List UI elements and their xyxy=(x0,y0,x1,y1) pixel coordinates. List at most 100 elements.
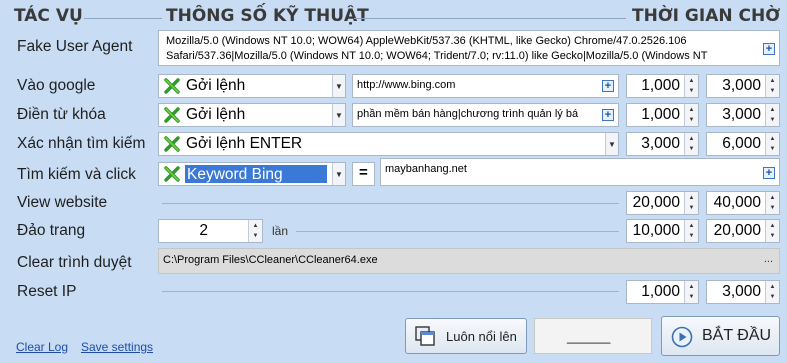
spinner-arrows[interactable]: ▲ ▼ xyxy=(765,75,779,97)
keyword-command-dropdown[interactable]: Gởi lệnh ▼ xyxy=(158,103,346,127)
label-reset-ip: Reset IP xyxy=(17,283,77,300)
row-divider xyxy=(296,231,619,232)
expand-plus-icon[interactable]: + xyxy=(763,167,775,179)
spinner-arrows[interactable]: ▲ ▼ xyxy=(684,104,698,126)
chevron-down-icon[interactable]: ▼ xyxy=(332,104,345,126)
pages-wait-max[interactable]: 20,000 ▲ ▼ xyxy=(706,219,780,243)
google-command-dropdown[interactable]: Gởi lệnh ▼ xyxy=(158,74,346,98)
wait-min-value: 1,000 xyxy=(641,106,680,123)
command-x-icon xyxy=(164,107,180,123)
search-click-command-text: Keyword Bing xyxy=(187,166,283,183)
label-search-click: Tìm kiếm và click xyxy=(17,166,136,183)
user-agent-line-1: Mozilla/5.0 (Windows NT 10.0; WOW64) App… xyxy=(166,35,687,47)
search-domain-field[interactable]: maybanhang.net + xyxy=(380,158,780,186)
start-button[interactable]: BẮT ĐẦU xyxy=(661,316,780,356)
label-user-agent: Fake User Agent xyxy=(17,38,133,55)
settings-panel: { "headers": { "task": "TÁC VỤ", "spec":… xyxy=(0,0,787,363)
search-click-dropdown[interactable]: Keyword Bing ▼ xyxy=(158,162,346,186)
user-agent-field[interactable]: Mozilla/5.0 (Windows NT 10.0; WOW64) App… xyxy=(158,30,780,66)
browse-button[interactable]: ... xyxy=(764,253,773,265)
wait-max-value: 20,000 xyxy=(713,222,761,239)
always-on-top-label: Luôn nổi lên xyxy=(446,329,517,344)
label-google: Vào google xyxy=(17,77,96,94)
expand-plus-icon[interactable]: + xyxy=(602,109,614,121)
chevron-down-icon[interactable]: ▼ xyxy=(332,163,345,185)
header-divider xyxy=(84,18,162,19)
label-clear: Clear trình duyệt xyxy=(17,254,132,271)
wait-min-value: 1,000 xyxy=(641,77,680,94)
clear-path-text: C:\Program Files\CCleaner\CCleaner64.exe xyxy=(163,254,378,266)
row-divider xyxy=(162,203,619,204)
keyword-text: phần mềm bán hàng|chương trình quản lý b… xyxy=(357,108,579,120)
wait-min-value: 1,000 xyxy=(641,283,680,300)
google-wait-max[interactable]: 3,000 ▲ ▼ xyxy=(706,74,780,98)
spinner-arrows[interactable]: ▲ ▼ xyxy=(765,192,779,214)
spinner-arrows[interactable]: ▲ ▼ xyxy=(765,104,779,126)
confirm-command-dropdown[interactable]: Gởi lệnh ENTER ▼ xyxy=(158,132,619,156)
label-confirm: Xác nhận tìm kiếm xyxy=(17,135,146,152)
keyword-wait-min[interactable]: 1,000 ▲ ▼ xyxy=(626,103,699,127)
clear-log-link[interactable]: Clear Log xyxy=(16,340,68,354)
operator-box[interactable]: = xyxy=(352,162,375,186)
confirm-command-text: Gởi lệnh ENTER xyxy=(186,135,303,152)
command-x-icon xyxy=(164,166,180,182)
confirm-wait-max[interactable]: 6,000 ▲ ▼ xyxy=(706,132,780,156)
wait-max-value: 40,000 xyxy=(713,194,761,211)
reset-ip-wait-min[interactable]: 1,000 ▲ ▼ xyxy=(626,280,699,304)
operator-text: = xyxy=(359,164,368,181)
spinner-arrows[interactable]: ▲ ▼ xyxy=(684,75,698,97)
label-view: View website xyxy=(17,194,108,211)
chevron-down-icon[interactable]: ▼ xyxy=(605,133,618,155)
expand-plus-icon[interactable]: + xyxy=(763,43,775,55)
status-text: ______ xyxy=(567,329,611,344)
wait-min-value: 3,000 xyxy=(641,135,680,152)
view-wait-min[interactable]: 20,000 ▲ ▼ xyxy=(626,191,699,215)
spinner-arrows[interactable]: ▲ ▼ xyxy=(684,192,698,214)
status-box: ______ xyxy=(534,318,652,354)
pages-count-value: 2 xyxy=(199,222,208,239)
user-agent-line-2: Safari/537.36|Mozilla/5.0 (Windows NT 10… xyxy=(166,50,708,62)
pages-count-stepper[interactable]: 2 ▲ ▼ xyxy=(158,219,263,243)
chevron-down-icon[interactable]: ▼ xyxy=(332,75,345,97)
google-command-text: Gởi lệnh xyxy=(186,77,246,94)
wait-max-value: 3,000 xyxy=(722,77,761,94)
header-divider xyxy=(354,18,626,19)
wait-min-value: 20,000 xyxy=(632,194,680,211)
header-wait: THỜI GIAN CHỜ xyxy=(632,6,781,26)
always-on-top-button[interactable]: Luôn nổi lên xyxy=(405,318,527,354)
spinner-arrows[interactable]: ▲ ▼ xyxy=(684,281,698,303)
window-stack-icon xyxy=(415,326,435,346)
spinner-arrows[interactable]: ▲ ▼ xyxy=(248,220,262,242)
search-domain-text: maybanhang.net xyxy=(385,163,467,175)
confirm-wait-min[interactable]: 3,000 ▲ ▼ xyxy=(626,132,699,156)
spinner-arrows[interactable]: ▲ ▼ xyxy=(765,220,779,242)
wait-max-value: 6,000 xyxy=(722,135,761,152)
spinner-arrows[interactable]: ▲ ▼ xyxy=(684,133,698,155)
google-wait-min[interactable]: 1,000 ▲ ▼ xyxy=(626,74,699,98)
spinner-arrows[interactable]: ▲ ▼ xyxy=(765,133,779,155)
expand-plus-icon[interactable]: + xyxy=(602,80,614,92)
header-task: TÁC VỤ xyxy=(14,6,83,26)
pages-unit: lần xyxy=(272,224,289,238)
row-divider xyxy=(162,291,619,292)
google-url-field[interactable]: http://www.bing.com + xyxy=(352,74,619,98)
keyword-field[interactable]: phần mềm bán hàng|chương trình quản lý b… xyxy=(352,103,619,127)
save-settings-link[interactable]: Save settings xyxy=(81,340,153,354)
google-url-text: http://www.bing.com xyxy=(357,79,456,91)
view-wait-max[interactable]: 40,000 ▲ ▼ xyxy=(706,191,780,215)
label-keyword: Điền từ khóa xyxy=(17,106,106,123)
reset-ip-wait-max[interactable]: 3,000 ▲ ▼ xyxy=(706,280,780,304)
keyword-command-text: Gởi lệnh xyxy=(186,106,246,123)
wait-max-value: 3,000 xyxy=(722,283,761,300)
wait-max-value: 3,000 xyxy=(722,106,761,123)
pages-wait-min[interactable]: 10,000 ▲ ▼ xyxy=(626,219,699,243)
play-icon xyxy=(671,326,693,348)
command-x-icon xyxy=(164,136,180,152)
keyword-wait-max[interactable]: 3,000 ▲ ▼ xyxy=(706,103,780,127)
header-spec: THÔNG SỐ KỸ THUẬT xyxy=(166,6,369,26)
spinner-arrows[interactable]: ▲ ▼ xyxy=(684,220,698,242)
spinner-arrows[interactable]: ▲ ▼ xyxy=(765,281,779,303)
start-label: BẮT ĐẦU xyxy=(702,327,772,344)
wait-min-value: 10,000 xyxy=(632,222,680,239)
clear-path-field[interactable]: C:\Program Files\CCleaner\CCleaner64.exe… xyxy=(158,248,780,274)
